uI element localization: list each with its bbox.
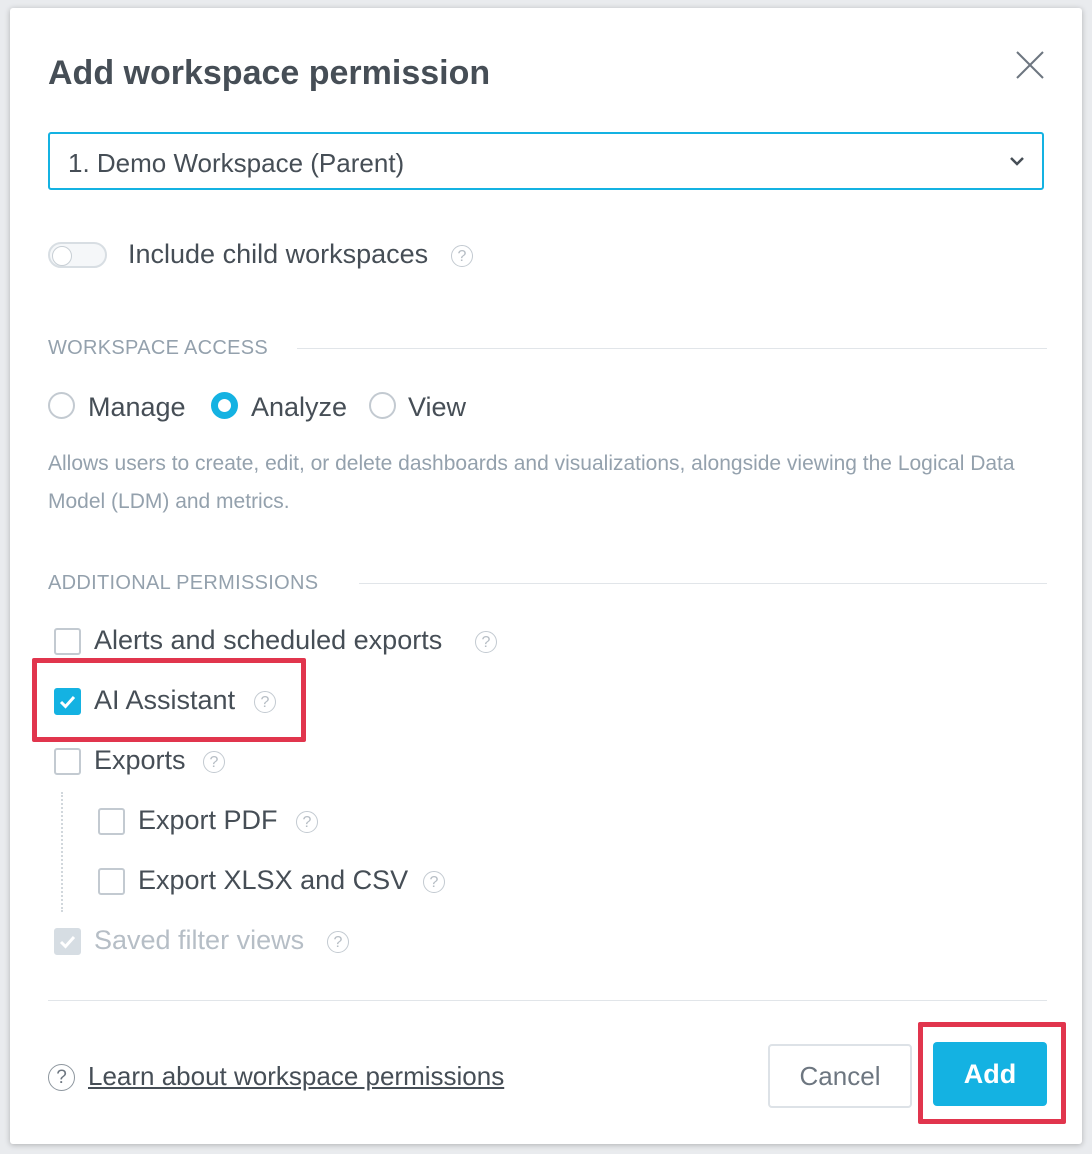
checkbox-label: AI Assistant [94, 685, 236, 715]
chevron-down-icon [1008, 152, 1026, 170]
checkbox-alerts-scheduled-exports[interactable] [54, 628, 81, 655]
help-icon: ? [327, 931, 349, 953]
radio-analyze-label: Analyze [251, 392, 348, 422]
close-icon[interactable] [1013, 48, 1047, 82]
checkbox-export-xlsx-csv[interactable] [98, 868, 125, 895]
access-description: Allows users to create, edit, or delete … [48, 452, 1015, 513]
add-workspace-permission-dialog: Add workspace permission 1. Demo Workspa… [10, 8, 1082, 1144]
checkbox-ai-assistant[interactable] [54, 688, 81, 715]
workspace-access-heading: WORKSPACE ACCESS [48, 337, 269, 359]
checkbox-exports[interactable] [54, 748, 81, 775]
checkbox-label: Export XLSX and CSV [138, 865, 409, 895]
section-divider [297, 348, 1047, 349]
checkbox-saved-filter-views [54, 928, 81, 955]
include-child-workspaces-label: Include child workspaces [128, 239, 429, 269]
footer-divider [48, 1000, 1047, 1001]
radio-view[interactable] [369, 392, 396, 419]
add-button[interactable]: Add [933, 1042, 1047, 1106]
checkmark-icon [59, 695, 76, 709]
workspace-select[interactable]: 1. Demo Workspace (Parent) [48, 132, 1044, 190]
checkbox-label: Alerts and scheduled exports [94, 625, 443, 655]
section-divider [359, 583, 1047, 584]
radio-manage-label: Manage [88, 392, 186, 422]
checkbox-export-pdf[interactable] [98, 808, 125, 835]
dialog-title: Add workspace permission [48, 54, 491, 92]
radio-analyze[interactable] [211, 392, 238, 419]
checkbox-label: Saved filter views [94, 925, 305, 955]
radio-view-label: View [408, 392, 467, 422]
workspace-select-value: 1. Demo Workspace (Parent) [68, 148, 405, 178]
help-icon[interactable]: ? [475, 631, 497, 653]
checkbox-label: Exports [94, 745, 186, 775]
cancel-button[interactable]: Cancel [768, 1044, 912, 1108]
checkmark-icon [59, 935, 76, 949]
include-child-workspaces-toggle[interactable] [48, 242, 107, 268]
checkbox-label: Export PDF [138, 805, 278, 835]
help-icon[interactable]: ? [451, 245, 473, 267]
radio-manage[interactable] [48, 392, 75, 419]
additional-permissions-heading: ADDITIONAL PERMISSIONS [48, 572, 319, 594]
tree-connector [61, 792, 63, 912]
help-icon[interactable]: ? [203, 751, 225, 773]
help-icon[interactable]: ? [423, 871, 445, 893]
help-icon[interactable]: ? [254, 691, 276, 713]
help-icon[interactable]: ? [296, 811, 318, 833]
question-circle-icon: ? [48, 1064, 75, 1091]
toggle-knob [52, 246, 72, 266]
learn-about-permissions-link[interactable]: Learn about workspace permissions [88, 1061, 504, 1092]
